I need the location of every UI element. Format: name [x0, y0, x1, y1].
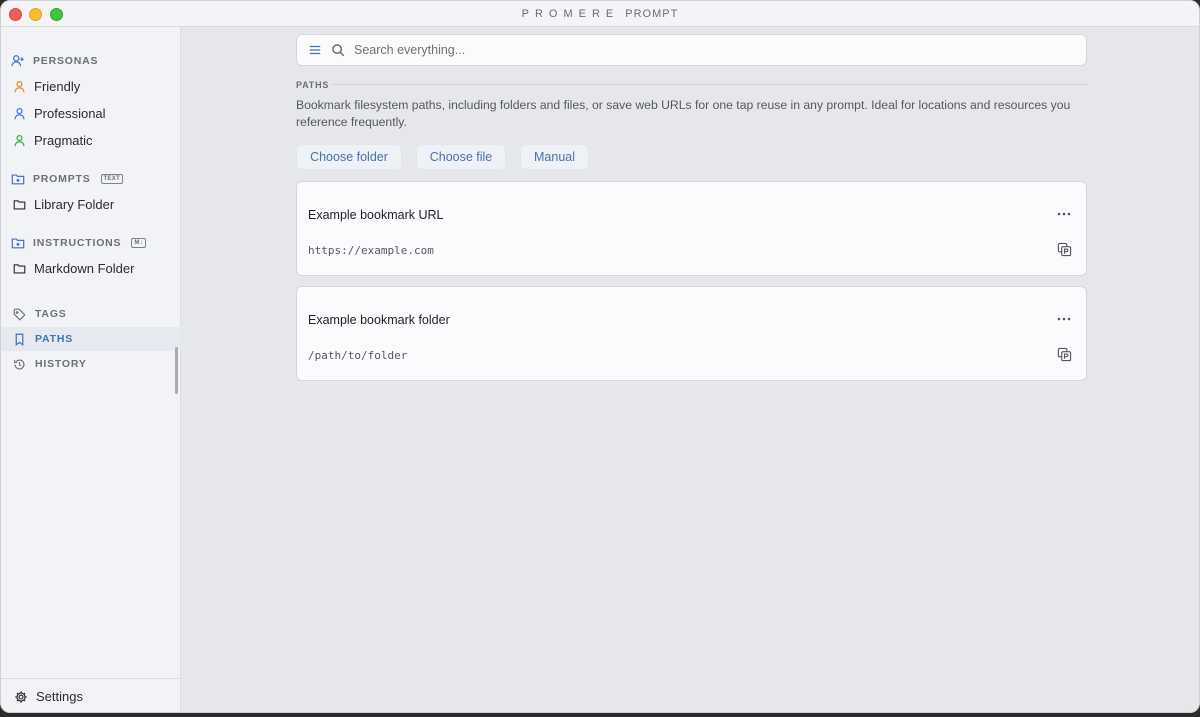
prompts-label: PROMPTS [33, 173, 91, 185]
sidebar-item-markdown-folder[interactable]: Markdown Folder [13, 261, 134, 276]
text-badge: TEXT [100, 174, 124, 184]
personas-label: PERSONAS [33, 55, 99, 67]
person-icon [14, 108, 25, 120]
sidebar-item-professional[interactable]: Professional [13, 106, 106, 121]
choose-folder-button[interactable]: Choose folder [296, 144, 402, 170]
sidebar-item-label: Friendly [34, 79, 81, 94]
sidebar-item-label: Professional [34, 106, 106, 121]
menu-icon[interactable] [308, 43, 322, 57]
bookmark-icon [15, 333, 24, 346]
sidebar-scrollbar[interactable] [175, 347, 178, 394]
section-divider [332, 84, 1087, 85]
paths-description: Bookmark filesystem paths, including fol… [296, 98, 1071, 129]
app-title: PROMERE PROMPT [1, 8, 1199, 20]
sidebar-section-prompts[interactable]: PROMPTS TEXT [11, 172, 124, 186]
bookmark-path: /path/to/folder [308, 349, 408, 362]
app-window: PROMERE PROMPT PERSONAS Friendly Professi… [0, 0, 1200, 713]
person-icon [14, 135, 25, 147]
more-options-icon[interactable] [1056, 207, 1072, 221]
bookmark-title: Example bookmark URL [308, 208, 444, 222]
markdown-badge: M↓ [131, 238, 146, 248]
sidebar-item-friendly[interactable]: Friendly [13, 79, 80, 94]
sidebar-item-label: Library Folder [34, 197, 115, 212]
settings-button[interactable]: Settings [1, 678, 181, 712]
sidebar-nav-paths[interactable]: PATHS [1, 327, 181, 351]
app-brand: PROMERE [521, 8, 620, 20]
sidebar-item-pragmatic[interactable]: Pragmatic [13, 133, 93, 148]
settings-label: Settings [36, 689, 83, 704]
search-icon [332, 44, 345, 57]
sidebar-section-personas[interactable]: PERSONAS [11, 54, 98, 68]
copy-icon[interactable] [1057, 242, 1072, 257]
manual-button[interactable]: Manual [520, 144, 589, 170]
gear-icon [15, 690, 27, 703]
bookmark-card[interactable]: Example bookmark URL https://example.com [296, 181, 1087, 276]
add-person-icon [11, 55, 24, 67]
bookmark-path: https://example.com [308, 244, 434, 257]
instructions-label: INSTRUCTIONS [33, 237, 122, 249]
choose-file-button[interactable]: Choose file [416, 144, 506, 170]
sidebar-nav-label: TAGS [35, 308, 67, 320]
app-product: PROMPT [625, 8, 679, 20]
sidebar-nav-tags[interactable]: TAGS [1, 302, 181, 326]
sidebar-nav-history[interactable]: HISTORY [1, 352, 181, 376]
folder-icon [13, 264, 26, 274]
folder-icon [13, 200, 26, 210]
main-panel: PATHS Bookmark filesystem paths, includi… [182, 27, 1199, 712]
sidebar-item-label: Markdown Folder [34, 261, 135, 276]
title-bar: PROMERE PROMPT [1, 1, 1199, 27]
folder-add-icon [11, 238, 25, 249]
sidebar-section-instructions[interactable]: INSTRUCTIONS M↓ [11, 236, 146, 250]
tag-icon [13, 308, 26, 321]
sidebar: PERSONAS Friendly Professional Pragmatic [1, 27, 181, 712]
person-icon [14, 81, 25, 93]
history-icon [14, 358, 25, 370]
paths-section-label: PATHS [296, 80, 330, 90]
bookmark-card[interactable]: Example bookmark folder /path/to/folder [296, 286, 1087, 381]
sidebar-item-library-folder[interactable]: Library Folder [13, 197, 114, 212]
search-bar [296, 34, 1087, 66]
sidebar-nav-label: PATHS [35, 333, 74, 345]
search-input[interactable] [354, 43, 1054, 57]
sidebar-nav-label: HISTORY [35, 358, 87, 370]
bookmark-title: Example bookmark folder [308, 313, 450, 327]
sidebar-item-label: Pragmatic [34, 133, 93, 148]
more-options-icon[interactable] [1056, 312, 1072, 326]
folder-add-icon [11, 174, 25, 185]
copy-icon[interactable] [1057, 347, 1072, 362]
